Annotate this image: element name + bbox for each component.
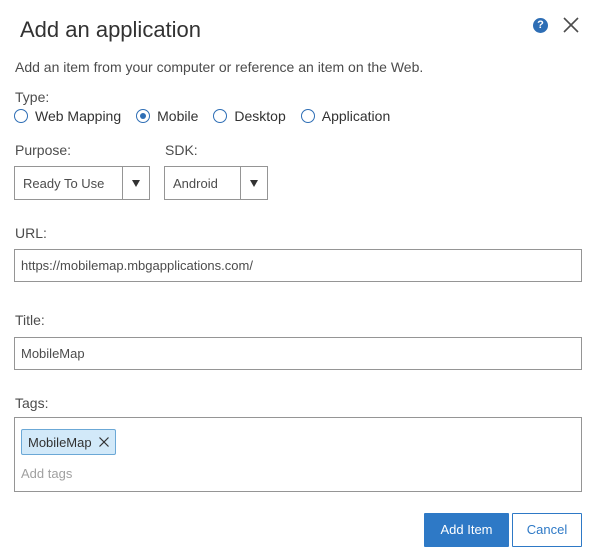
radio-label: Mobile: [157, 108, 199, 124]
purpose-select[interactable]: Ready To Use: [14, 166, 150, 200]
sdk-select[interactable]: Android: [164, 166, 268, 200]
cancel-button[interactable]: Cancel: [512, 513, 582, 547]
radio-label: Application: [321, 108, 391, 124]
chevron-down-icon: [132, 180, 140, 187]
radio-button[interactable]: [14, 109, 28, 123]
select-divider: [122, 167, 123, 199]
title-input[interactable]: MobileMap: [14, 337, 582, 370]
url-label: URL:: [15, 225, 47, 241]
tag-chip-label: MobileMap: [28, 434, 92, 450]
tag-chip: MobileMap: [21, 429, 116, 455]
radio-web-mapping[interactable]: Web Mapping: [14, 108, 121, 124]
add-application-dialog: Add an application ? Add an item from yo…: [0, 0, 592, 558]
radio-application[interactable]: Application: [300, 108, 391, 124]
close-icon[interactable]: [561, 15, 581, 35]
purpose-select-value: Ready To Use: [23, 176, 105, 191]
tags-label: Tags:: [15, 395, 49, 411]
tags-placeholder[interactable]: Add tags: [21, 466, 72, 481]
radio-button-checked[interactable]: [136, 109, 151, 123]
dialog-title: Add an application: [20, 17, 202, 42]
purpose-label: Purpose:: [15, 142, 72, 158]
help-icon[interactable]: ?: [533, 18, 548, 33]
radio-label: Desktop: [234, 108, 286, 124]
dialog-description: Add an item from your computer or refere…: [15, 59, 424, 75]
close-icon[interactable]: [98, 436, 110, 448]
sdk-label: SDK:: [165, 142, 198, 158]
title-label: Title:: [15, 312, 45, 328]
url-input[interactable]: https://mobilemap.mbgapplications.com/: [14, 249, 582, 282]
select-divider: [240, 167, 241, 199]
radio-label: Web Mapping: [35, 108, 122, 124]
chevron-down-icon: [250, 180, 258, 187]
radio-button[interactable]: [213, 109, 228, 123]
add-item-button[interactable]: Add Item: [424, 513, 509, 547]
radio-desktop[interactable]: Desktop: [213, 108, 286, 124]
radio-button[interactable]: [300, 109, 315, 123]
tags-input[interactable]: MobileMap Add tags: [14, 417, 582, 492]
type-radio-group: Web Mapping Mobile Desktop Application: [14, 108, 405, 124]
sdk-select-value: Android: [173, 176, 218, 191]
radio-mobile[interactable]: Mobile: [136, 108, 198, 124]
type-label: Type:: [15, 89, 50, 105]
